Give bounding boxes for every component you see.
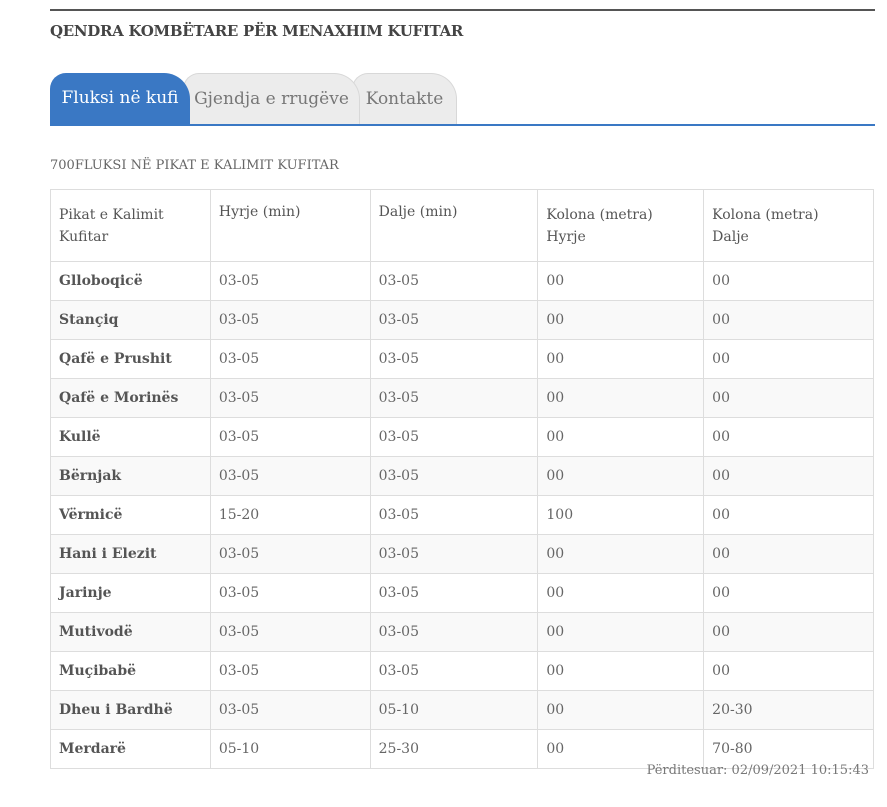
queue-entry-cell: 00 [537, 612, 705, 652]
exit-time-cell: 03-05 [369, 300, 539, 340]
table-row: Glloboqicë 03-05 03-05 00 00 [50, 261, 874, 301]
table-row: Hani i Elezit 03-05 03-05 00 00 [50, 534, 874, 574]
header-queue-exit: Kolona (metra) Dalje [703, 189, 874, 262]
queue-entry-cell: 00 [537, 534, 705, 574]
queue-entry-cell: 100 [537, 495, 705, 535]
entry-time-cell: 03-05 [209, 417, 371, 457]
exit-time-cell: 03-05 [369, 573, 539, 613]
queue-exit-cell: 00 [703, 573, 874, 613]
table-row: Vërmicë 15-20 03-05 100 00 [50, 495, 874, 535]
table-row: Dheu i Bardhë 03-05 05-10 00 20-30 [50, 690, 874, 730]
exit-time-cell: 03-05 [369, 378, 539, 418]
table-row: Qafë e Prushit 03-05 03-05 00 00 [50, 339, 874, 379]
exit-time-cell: 03-05 [369, 651, 539, 691]
entry-time-cell: 03-05 [209, 690, 371, 730]
crossing-point-cell: Kullë [50, 417, 211, 457]
table-row: Qafë e Morinës 03-05 03-05 00 00 [50, 378, 874, 418]
entry-time-cell: 03-05 [209, 261, 371, 301]
exit-time-cell: 05-10 [369, 690, 539, 730]
entry-time-cell: 05-10 [209, 729, 371, 769]
crossing-point-cell: Qafë e Prushit [50, 339, 211, 379]
queue-entry-cell: 00 [537, 573, 705, 613]
header-crossing-point: Pikat e Kalimit Kufitar [50, 189, 211, 262]
entry-time-cell: 03-05 [209, 300, 371, 340]
table-row: Kullë 03-05 03-05 00 00 [50, 417, 874, 457]
table-body: Glloboqicë 03-05 03-05 00 00 Stançiq 03-05 03-0… [50, 261, 874, 769]
tab-fluksi[interactable]: Fluksi në kufi [50, 73, 190, 124]
queue-exit-cell: 00 [703, 300, 874, 340]
site-title: QENDRA KOMBËTARE PËR MENAXHIM KUFITAR [50, 22, 464, 40]
border-flux-table: Pikat e Kalimit Kufitar Hyrje (min) Dalje… [50, 189, 874, 769]
queue-exit-cell: 00 [703, 495, 874, 535]
table-row: Stançiq 03-05 03-05 00 00 [50, 300, 874, 340]
queue-entry-cell: 00 [537, 261, 705, 301]
header-queue-entry: Kolona (metra) Hyrje [537, 189, 705, 262]
queue-exit-cell: 00 [703, 261, 874, 301]
entry-time-cell: 03-05 [209, 651, 371, 691]
queue-exit-cell: 00 [703, 378, 874, 418]
queue-exit-cell: 00 [703, 534, 874, 574]
crossing-point-cell: Muçibabë [50, 651, 211, 691]
top-divider [50, 9, 875, 11]
queue-exit-cell: 00 [703, 651, 874, 691]
queue-entry-cell: 00 [537, 300, 705, 340]
crossing-point-cell: Hani i Elezit [50, 534, 211, 574]
tab-bar: Fluksi në kufi Gjendja e rrugëve Kontakt… [50, 73, 875, 126]
last-updated: Përditesuar: 02/09/2021 10:15:43 [646, 763, 869, 778]
entry-time-cell: 03-05 [209, 534, 371, 574]
crossing-point-cell: Stançiq [50, 300, 211, 340]
exit-time-cell: 03-05 [369, 612, 539, 652]
section-title: 700FLUKSI NË PIKAT E KALIMIT KUFITAR [50, 158, 339, 173]
crossing-point-cell: Vërmicë [50, 495, 211, 535]
table-row: Mutivodë 03-05 03-05 00 00 [50, 612, 874, 652]
crossing-point-cell: Bërnjak [50, 456, 211, 496]
table-row: Muçibabë 03-05 03-05 00 00 [50, 651, 874, 691]
header-entry-min: Hyrje (min) [209, 189, 371, 262]
queue-entry-cell: 00 [537, 651, 705, 691]
queue-exit-cell: 20-30 [703, 690, 874, 730]
entry-time-cell: 03-05 [209, 612, 371, 652]
table-header-row: Pikat e Kalimit Kufitar Hyrje (min) Dalje… [50, 189, 874, 262]
queue-exit-cell: 00 [703, 339, 874, 379]
crossing-point-cell: Jarinje [50, 573, 211, 613]
tab-kontakte[interactable]: Kontakte [352, 73, 457, 124]
queue-exit-cell: 00 [703, 417, 874, 457]
exit-time-cell: 03-05 [369, 417, 539, 457]
header-exit-min: Dalje (min) [369, 189, 539, 262]
crossing-point-cell: Mutivodë [50, 612, 211, 652]
crossing-point-cell: Qafë e Morinës [50, 378, 211, 418]
crossing-point-cell: Glloboqicë [50, 261, 211, 301]
exit-time-cell: 03-05 [369, 534, 539, 574]
entry-time-cell: 03-05 [209, 378, 371, 418]
queue-entry-cell: 00 [537, 378, 705, 418]
entry-time-cell: 03-05 [209, 456, 371, 496]
exit-time-cell: 03-05 [369, 456, 539, 496]
entry-time-cell: 03-05 [209, 339, 371, 379]
exit-time-cell: 25-30 [369, 729, 539, 769]
queue-entry-cell: 00 [537, 690, 705, 730]
entry-time-cell: 03-05 [209, 573, 371, 613]
tab-gjendja-rrugeve[interactable]: Gjendja e rrugëve [183, 73, 360, 124]
crossing-point-cell: Dheu i Bardhë [50, 690, 211, 730]
crossing-point-cell: Merdarë [50, 729, 211, 769]
queue-exit-cell: 00 [703, 612, 874, 652]
queue-entry-cell: 00 [537, 417, 705, 457]
exit-time-cell: 03-05 [369, 495, 539, 535]
queue-entry-cell: 00 [537, 456, 705, 496]
exit-time-cell: 03-05 [369, 339, 539, 379]
exit-time-cell: 03-05 [369, 261, 539, 301]
entry-time-cell: 15-20 [209, 495, 371, 535]
queue-entry-cell: 00 [537, 339, 705, 379]
queue-exit-cell: 00 [703, 456, 874, 496]
table-row: Jarinje 03-05 03-05 00 00 [50, 573, 874, 613]
table-row: Bërnjak 03-05 03-05 00 00 [50, 456, 874, 496]
